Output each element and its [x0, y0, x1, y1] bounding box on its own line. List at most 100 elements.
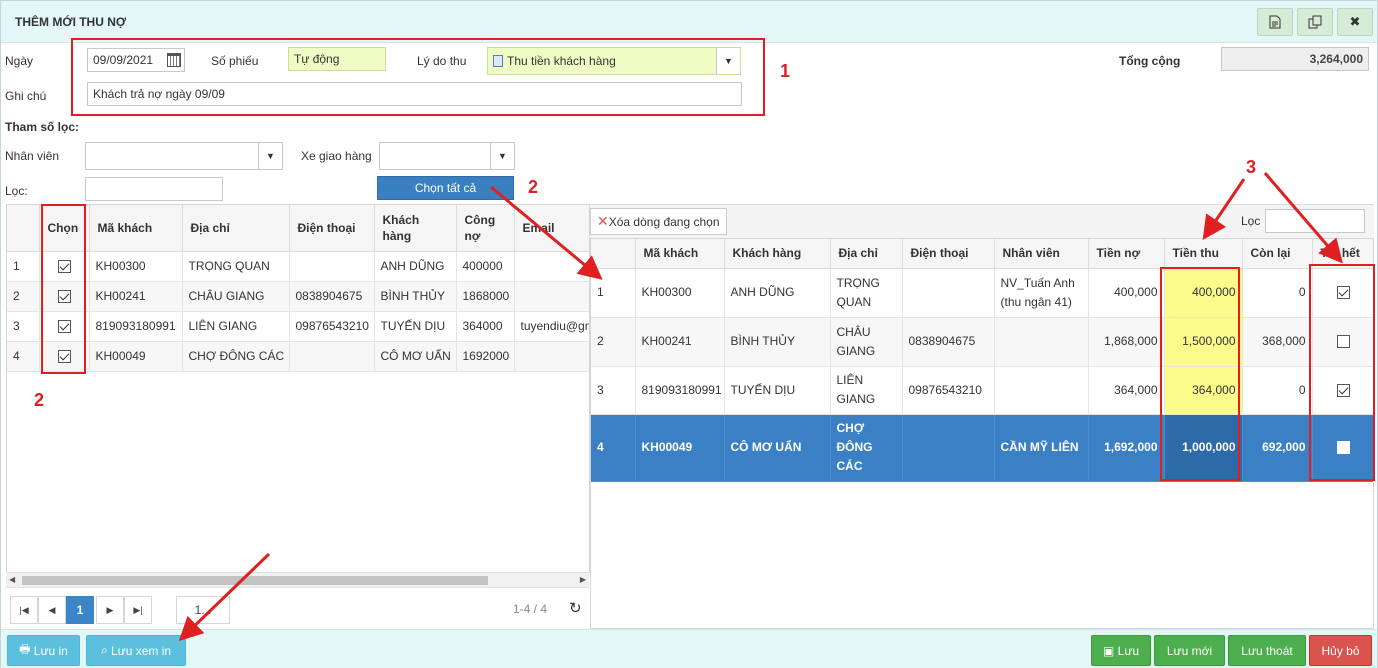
row-select-cell[interactable] — [39, 281, 90, 312]
customer-name: BÌNH THỦY — [724, 317, 831, 367]
row-select-cell[interactable] — [39, 251, 90, 282]
note-input[interactable]: Khách trả nợ ngày 09/09 — [87, 82, 742, 106]
first-page-icon: |◀ — [19, 604, 29, 615]
delete-selected-button[interactable]: ✕Xóa dòng đang chọn — [590, 208, 727, 235]
chevron-down-icon[interactable]: ▼ — [258, 143, 282, 169]
customer-name: BÌNH THỦY — [374, 281, 457, 312]
debt-amount: 364,000 — [1088, 366, 1165, 415]
vehicle-select[interactable]: ▼ — [379, 142, 515, 170]
chevron-down-icon[interactable]: ▼ — [490, 143, 514, 169]
col-debt[interactable]: Công nợ — [456, 205, 515, 252]
search-input[interactable] — [85, 177, 223, 201]
save-icon: ▣ — [1102, 643, 1118, 658]
paid-amount-cell[interactable]: 400,000 — [1164, 268, 1243, 318]
first-page-button[interactable]: |◀ — [10, 596, 38, 624]
table-row[interactable]: 4 KH00049 CÔ MƠ UẨN CHỢ ĐÔNG CÁC CẦN MỸ LIÊN… — [591, 414, 1373, 482]
paid-full-cell[interactable] — [1312, 414, 1373, 482]
customer-phone — [902, 268, 995, 318]
voucher-input[interactable]: Tự động — [288, 47, 386, 71]
table-row[interactable]: 3 819093180991 LIÊN GIANG 09876543210 TUYẾN … — [7, 311, 589, 342]
staff-select[interactable]: ▼ — [85, 142, 283, 170]
customer-name: CÔ MƠ UẨN — [374, 341, 457, 372]
right-search-input[interactable] — [1265, 209, 1365, 233]
save-button[interactable]: ▣ Lưu — [1091, 635, 1151, 666]
customer-code: KH00300 — [89, 251, 183, 282]
col-customer[interactable]: Khách hàng — [724, 239, 831, 269]
col-code[interactable]: Mã khách — [89, 205, 183, 252]
table-header: Chọn Mã khách Địa chỉ Điện thoại Khách h… — [7, 205, 589, 252]
col-address[interactable]: Địa chỉ — [830, 239, 903, 269]
reason-select[interactable]: Thu tiền khách hàng ▼ — [487, 47, 741, 75]
customer-address: CHÂU GIANG — [182, 281, 290, 312]
cancel-button[interactable]: Hủy bỏ — [1309, 635, 1372, 666]
table-row[interactable]: 4 KH00049 CHỢ ĐÔNG CÁC CÔ MƠ UẨN 1692000 — [7, 341, 589, 372]
paid-full-checkbox[interactable] — [1337, 441, 1350, 455]
debt-amount: 1,692,000 — [1088, 414, 1165, 482]
export-button[interactable] — [1257, 8, 1293, 36]
prev-page-icon: ◀ — [48, 604, 56, 615]
staff-name — [994, 366, 1089, 415]
col-staff[interactable]: Nhân viên — [994, 239, 1089, 269]
paid-amount-cell[interactable]: 364,000 — [1164, 366, 1243, 415]
remain-amount: 0 — [1242, 366, 1313, 415]
select-checkbox[interactable] — [57, 350, 71, 364]
customer-email: tuyendiu@gm — [514, 311, 589, 342]
col-phone[interactable]: Điện thoại — [902, 239, 995, 269]
save-new-button[interactable]: Lưu mới — [1154, 635, 1225, 666]
select-checkbox[interactable] — [57, 320, 71, 334]
col-paid-full[interactable]: Trả hết — [1312, 239, 1373, 269]
refresh-icon[interactable]: ↻ — [569, 599, 582, 617]
col-debt[interactable]: Tiền nợ — [1088, 239, 1165, 269]
table-row[interactable]: 3 819093180991 TUYẾN DỊU LIÊN GIANG 09876543… — [591, 366, 1373, 415]
table-row[interactable]: 1 KH00300 TRỌNG QUAN ANH DŨNG 400000 — [7, 251, 589, 282]
save-preview-button[interactable]: ⌕ Lưu xem in — [86, 635, 186, 666]
table-row[interactable]: 1 KH00300 ANH DŨNG TRỌNG QUAN NV_Tuấn Anh (t… — [591, 268, 1373, 318]
calendar-icon[interactable] — [167, 53, 181, 67]
paid-full-cell[interactable] — [1312, 366, 1373, 415]
save-exit-button[interactable]: Lưu thoát — [1228, 635, 1306, 666]
scroll-right-icon[interactable]: ▶ — [580, 575, 586, 584]
last-page-button[interactable]: ▶| — [124, 596, 152, 624]
scrollbar-thumb[interactable] — [22, 576, 488, 585]
row-number: 3 — [591, 366, 636, 415]
close-button[interactable]: ✖ — [1337, 8, 1373, 36]
save-print-button[interactable]: 🖶 Lưu in — [7, 635, 80, 666]
staff-name — [994, 317, 1089, 367]
paid-full-checkbox[interactable] — [1337, 383, 1350, 397]
table-row[interactable]: 2 KH00241 BÌNH THỦY CHÂU GIANG 0838904675 1,8… — [591, 317, 1373, 367]
select-checkbox[interactable] — [57, 290, 71, 304]
col-paid[interactable]: Tiền thu — [1164, 239, 1243, 269]
table-row[interactable]: 2 KH00241 CHÂU GIANG 0838904675 BÌNH THỦY 186… — [7, 281, 589, 312]
col-address[interactable]: Địa chỉ — [182, 205, 290, 252]
paid-full-cell[interactable] — [1312, 268, 1373, 318]
page-size-select[interactable]: 1... — [176, 596, 230, 624]
col-customer[interactable]: Khách hàng — [374, 205, 457, 252]
col-email[interactable]: Email — [514, 205, 589, 252]
paid-amount-cell[interactable]: 1,000,000 — [1164, 414, 1243, 482]
current-page-button[interactable]: 1 — [66, 596, 94, 624]
scroll-left-icon[interactable]: ◀ — [9, 575, 15, 584]
paid-full-checkbox[interactable] — [1337, 286, 1350, 300]
next-page-button[interactable]: ▶ — [96, 596, 124, 624]
date-input[interactable]: 09/09/2021 — [87, 48, 185, 72]
col-code[interactable]: Mã khách — [635, 239, 725, 269]
paid-full-checkbox[interactable] — [1337, 335, 1350, 349]
annotation-number-1: 1 — [780, 61, 791, 81]
col-remain[interactable]: Còn lại — [1242, 239, 1313, 269]
prev-page-button[interactable]: ◀ — [38, 596, 66, 624]
horizontal-scrollbar[interactable]: ◀ ▶ — [6, 572, 589, 587]
row-number: 4 — [591, 414, 636, 482]
col-phone[interactable]: Điện thoại — [289, 205, 375, 252]
customer-address: TRỌNG QUAN — [182, 251, 290, 282]
paid-full-cell[interactable] — [1312, 317, 1373, 367]
row-number: 1 — [591, 268, 636, 318]
select-checkbox[interactable] — [57, 260, 71, 274]
chevron-down-icon[interactable]: ▼ — [716, 48, 740, 74]
row-select-cell[interactable] — [39, 311, 90, 342]
customer-phone: 09876543210 — [902, 366, 995, 415]
row-select-cell[interactable] — [39, 341, 90, 372]
select-all-button[interactable]: Chọn tất cả — [377, 176, 514, 200]
duplicate-button[interactable] — [1297, 8, 1333, 36]
paid-amount-cell[interactable]: 1,500,000 — [1164, 317, 1243, 367]
col-select[interactable]: Chọn — [39, 205, 90, 252]
